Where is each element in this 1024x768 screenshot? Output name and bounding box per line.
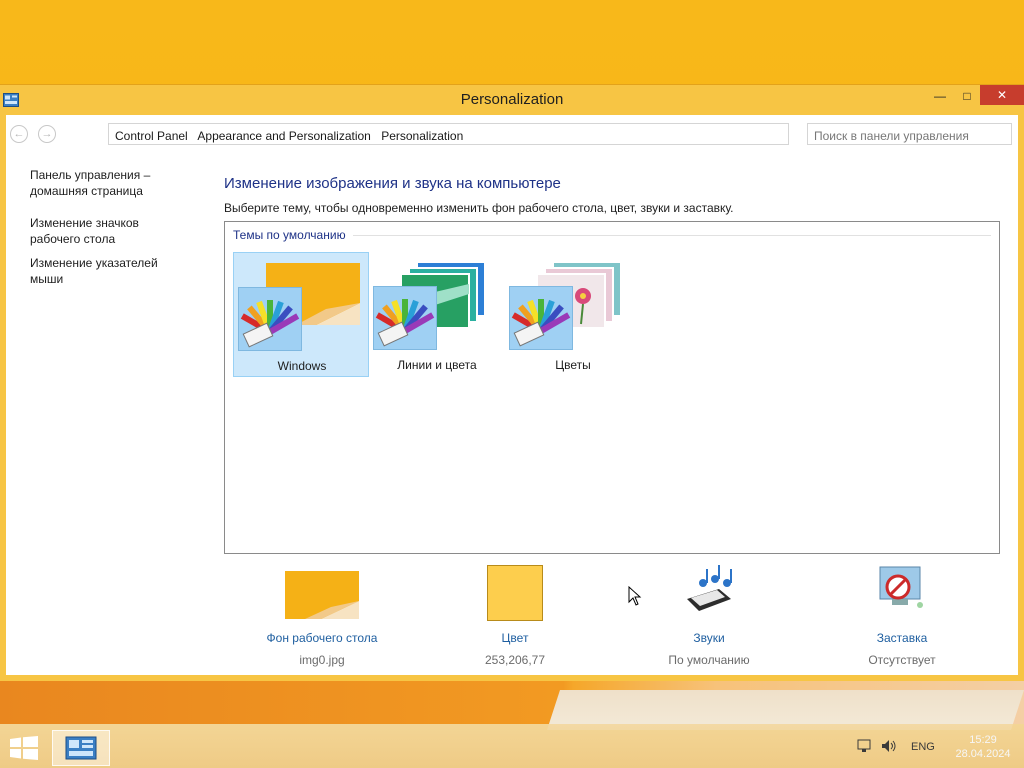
- screensaver-none-icon: [879, 566, 923, 608]
- theme-label: Windows: [277, 359, 327, 373]
- wallpaper-thumbnail-icon: [285, 571, 359, 619]
- theme-flowers[interactable]: Цветы: [505, 252, 641, 377]
- address-bar[interactable]: Control Panel Appearance and Personaliza…: [108, 123, 789, 145]
- theme-label: Линии и цвета: [397, 358, 477, 372]
- window-title: Personalization: [460, 91, 564, 108]
- close-button[interactable]: ✕: [980, 85, 1024, 105]
- sounds-link[interactable]: Звуки: [619, 631, 799, 645]
- color-link[interactable]: Цвет: [425, 631, 605, 645]
- sidebar: Панель управления – домашняя страница Из…: [30, 167, 200, 303]
- sidebar-link-desktop-icons[interactable]: Изменение значков рабочего стола: [30, 215, 200, 247]
- control-panel-icon: [65, 736, 97, 760]
- sidebar-link-line: Изменение значков: [30, 216, 139, 230]
- theme-list: Темы по умолчанию Windows Линии и цвета …: [224, 221, 1000, 554]
- desktop-background-value: img0.jpg: [299, 653, 345, 667]
- clock-time: 15:29: [969, 734, 997, 746]
- language-indicator[interactable]: ENG: [911, 741, 935, 753]
- sidebar-link-line: Панель управления –: [30, 168, 151, 182]
- screensaver-value: Отсутствует: [868, 653, 936, 667]
- sidebar-link-mouse-pointers[interactable]: Изменение указателей мыши: [30, 255, 200, 287]
- palette-icon: [238, 287, 302, 351]
- personalization-window: Personalization — □ ✕ ← → Control Panel …: [0, 84, 1024, 681]
- arrow-right-icon[interactable]: →: [38, 125, 56, 143]
- theme-group-label: Темы по умолчанию: [233, 228, 346, 242]
- minimize-button[interactable]: —: [925, 85, 955, 107]
- palette-icon: [509, 286, 573, 350]
- palette-icon: [373, 286, 437, 350]
- breadcrumb-personalization[interactable]: Personalization: [381, 129, 463, 143]
- clock[interactable]: 15:29 28.04.2024: [948, 733, 1018, 761]
- breadcrumb-control-panel[interactable]: Control Panel: [115, 129, 188, 143]
- desktop-background-link[interactable]: Фон рабочего стола: [232, 631, 412, 645]
- mouse-cursor-icon: [628, 586, 642, 606]
- network-icon[interactable]: [857, 739, 873, 753]
- taskbar-control-panel-button[interactable]: [52, 730, 110, 766]
- clock-date: 28.04.2024: [955, 748, 1011, 760]
- sidebar-link-line: Изменение указателей: [30, 256, 158, 270]
- sidebar-link-line: рабочего стола: [30, 232, 116, 246]
- volume-icon[interactable]: [881, 739, 897, 753]
- page-description: Выберите тему, чтобы одновременно измени…: [224, 201, 734, 215]
- color-value: 253,206,77: [484, 653, 546, 667]
- screensaver-link[interactable]: Заставка: [812, 631, 992, 645]
- taskbar: ENG 15:29 28.04.2024: [0, 724, 1024, 768]
- color-swatch-icon: [487, 565, 543, 621]
- title-bar[interactable]: Personalization — □ ✕: [0, 85, 1024, 115]
- theme-lines-and-colors[interactable]: Линии и цвета: [369, 252, 505, 377]
- sidebar-link-line: домашняя страница: [30, 184, 143, 198]
- page-title: Изменение изображения и звука на компьют…: [224, 175, 561, 192]
- breadcrumb-appearance[interactable]: Appearance and Personalization: [197, 129, 370, 143]
- theme-label: Цветы: [555, 358, 591, 372]
- sidebar-link-line: мыши: [30, 272, 64, 286]
- sidebar-link-control-panel-home[interactable]: Панель управления – домашняя страница: [30, 167, 200, 199]
- arrow-left-icon[interactable]: ←: [10, 125, 28, 143]
- maximize-button[interactable]: □: [952, 85, 982, 107]
- search-input[interactable]: Поиск в панели управления: [807, 123, 1012, 145]
- sounds-value: По умолчанию: [668, 653, 750, 667]
- windows-start-icon[interactable]: [10, 736, 38, 760]
- theme-group-divider: [353, 235, 991, 236]
- theme-windows[interactable]: Windows: [233, 252, 369, 377]
- sound-notes-icon: [687, 565, 732, 611]
